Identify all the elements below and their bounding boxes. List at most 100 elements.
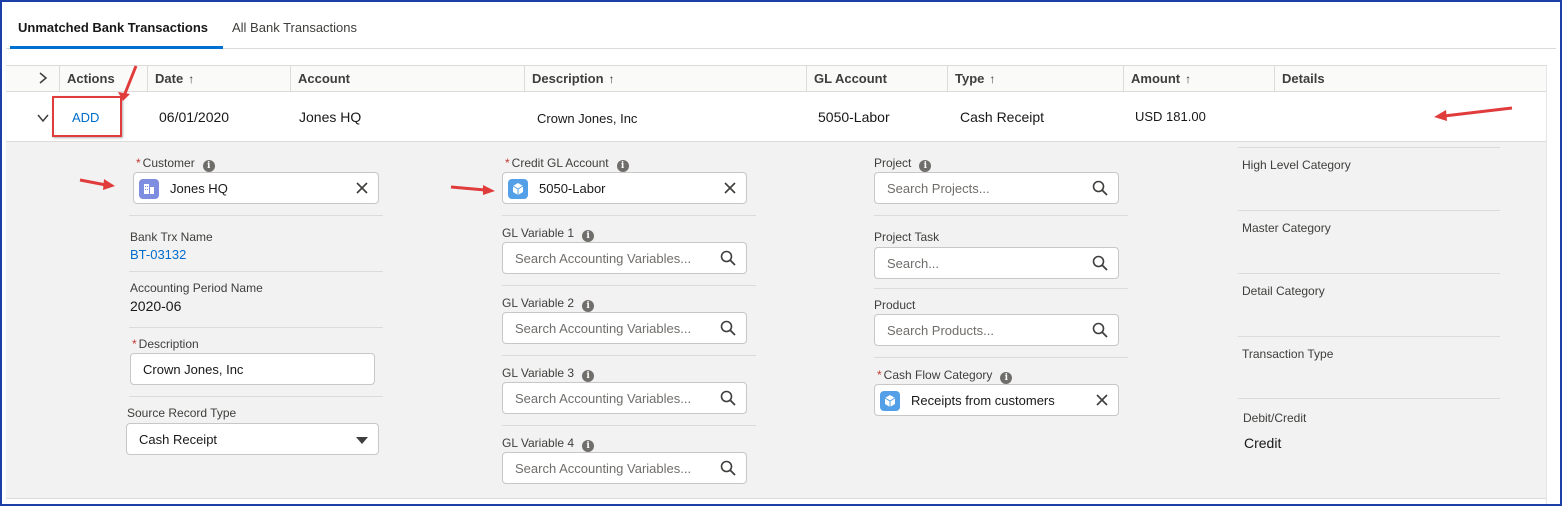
divider [129, 215, 383, 216]
sort-arrow-icon: ↑ [188, 72, 195, 86]
column-header-account[interactable]: Account [290, 66, 524, 91]
description-field[interactable]: Crown Jones, Inc [130, 353, 375, 385]
add-button[interactable]: ADD [72, 110, 99, 125]
tab-bar: Unmatched Bank Transactions All Bank Tra… [6, 4, 1556, 49]
sort-arrow-icon: ↑ [989, 72, 996, 86]
gl-variable-4-search[interactable]: Search Accounting Variables... [502, 452, 747, 484]
info-icon[interactable]: i [582, 300, 595, 312]
info-icon[interactable]: i [1000, 372, 1013, 384]
tab-all-bank-transactions[interactable]: All Bank Transactions [232, 20, 357, 35]
info-icon[interactable]: i [582, 230, 595, 242]
gl-variable-1-search[interactable]: Search Accounting Variables... [502, 242, 747, 274]
column-header-details: Details [1274, 66, 1546, 91]
description-label: * Description [132, 337, 199, 351]
caret-down-icon [356, 437, 368, 444]
expanded-detail-panel: * Customer i Jones HQ Bank Trx Name BT-031… [6, 142, 1546, 499]
source-record-type-label: Source Record Type [127, 406, 237, 420]
account-icon [139, 179, 159, 199]
bank-trx-name-link[interactable]: BT-03132 [130, 247, 186, 262]
tab-unmatched-bank-transactions[interactable]: Unmatched Bank Transactions [18, 20, 208, 35]
cell-gl-account: 5050-Labor [818, 109, 890, 125]
sort-arrow-icon: ↑ [608, 72, 615, 86]
search-icon [720, 460, 736, 476]
cash-flow-category-label: * Cash Flow Category i [877, 368, 1013, 384]
column-header-type[interactable]: Type ↑ [947, 66, 1123, 91]
divider [1238, 147, 1500, 148]
customer-lookup[interactable]: Jones HQ [133, 172, 379, 204]
project-task-search[interactable]: Search... [874, 247, 1119, 279]
column-header-gl-account[interactable]: GL Account [806, 66, 947, 91]
divider [502, 425, 756, 426]
divider [129, 327, 383, 328]
divider [129, 396, 383, 397]
divider [874, 357, 1128, 358]
divider [874, 288, 1128, 289]
info-icon[interactable]: i [582, 370, 595, 382]
clear-icon[interactable] [1094, 392, 1110, 408]
credit-gl-account-lookup[interactable]: 5050-Labor [502, 172, 747, 204]
divider [1238, 273, 1500, 274]
cell-date: 06/01/2020 [159, 109, 230, 125]
cube-icon [508, 179, 528, 199]
divider [874, 215, 1128, 216]
debit-credit-value: Credit [1244, 435, 1282, 451]
clear-icon[interactable] [354, 180, 370, 196]
search-icon [1092, 255, 1108, 271]
divider [129, 271, 383, 272]
product-search[interactable]: Search Products... [874, 314, 1119, 346]
sort-arrow-icon: ↑ [1185, 72, 1192, 86]
info-icon[interactable]: i [919, 160, 932, 172]
search-icon [720, 320, 736, 336]
column-header-description[interactable]: Description ↑ [524, 66, 806, 91]
cash-flow-category-lookup[interactable]: Receipts from customers [874, 384, 1119, 416]
divider [502, 285, 756, 286]
cell-description: Crown Jones, Inc [537, 111, 638, 126]
bank-trx-name-label: Bank Trx Name [130, 230, 213, 244]
gl-variable-2-search[interactable]: Search Accounting Variables... [502, 312, 747, 344]
search-icon [1092, 180, 1108, 196]
divider [1238, 210, 1500, 211]
gl-variable-4-label: GL Variable 4i [502, 436, 595, 452]
search-icon [720, 390, 736, 406]
customer-label: * Customer i [136, 156, 215, 172]
chevron-right-icon[interactable] [36, 71, 50, 85]
transaction-type-label: Transaction Type [1242, 347, 1334, 361]
annotation-arrow-icon [118, 65, 138, 101]
scrollbar[interactable] [1546, 65, 1560, 504]
column-header-date[interactable]: Date ↑ [147, 66, 290, 91]
cube-icon [880, 391, 900, 411]
high-level-category-label: High Level Category [1242, 158, 1351, 172]
master-category-label: Master Category [1242, 221, 1331, 235]
info-icon[interactable]: i [616, 160, 629, 172]
debit-credit-label: Debit/Credit [1243, 411, 1307, 425]
cell-amount: USD 181.00 [1135, 109, 1206, 124]
search-icon [1092, 322, 1108, 338]
gl-variable-3-search[interactable]: Search Accounting Variables... [502, 382, 747, 414]
search-icon [720, 250, 736, 266]
annotation-arrow-icon [79, 178, 115, 190]
table-header: Actions Date ↑ Account Description ↑ GL Ac… [6, 65, 1546, 92]
gl-variable-1-label: GL Variable 1i [502, 226, 595, 242]
accounting-period-name-value: 2020-06 [130, 298, 182, 314]
info-icon[interactable]: i [202, 160, 215, 172]
detail-category-label: Detail Category [1242, 284, 1325, 298]
divider [502, 215, 756, 216]
gl-variable-3-label: GL Variable 3i [502, 366, 595, 382]
active-tab-indicator [10, 46, 223, 49]
info-icon[interactable]: i [582, 440, 595, 452]
cell-account: Jones HQ [299, 109, 362, 125]
divider [1238, 398, 1500, 399]
clear-icon[interactable] [722, 180, 738, 196]
project-label: Project i [874, 156, 932, 172]
accounting-period-name-label: Accounting Period Name [130, 281, 263, 295]
gl-variable-2-label: GL Variable 2i [502, 296, 595, 312]
project-search[interactable]: Search Projects... [874, 172, 1119, 204]
divider [1238, 336, 1500, 337]
table-row: ADD 06/01/2020 Jones HQ Crown Jones, Inc… [6, 92, 1546, 142]
project-task-label: Project Task [874, 230, 940, 244]
product-label: Product [874, 298, 916, 312]
chevron-down-icon[interactable] [36, 111, 50, 125]
column-header-amount[interactable]: Amount ↑ [1123, 66, 1274, 91]
source-record-type-select[interactable]: Cash Receipt [126, 423, 379, 455]
annotation-arrow-icon [1434, 106, 1513, 121]
